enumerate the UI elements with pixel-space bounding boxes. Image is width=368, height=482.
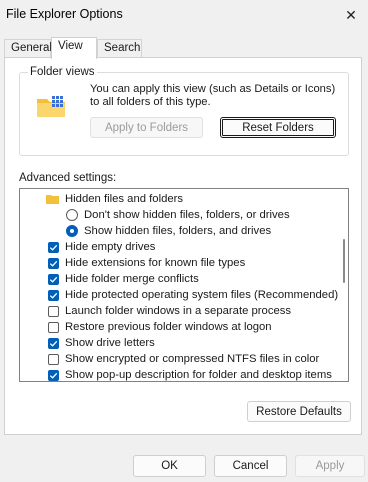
restore-defaults-button[interactable]: Restore Defaults	[247, 401, 351, 422]
checkbox-checked[interactable]	[48, 289, 59, 301]
checkbox-checked[interactable]	[48, 273, 59, 285]
radio-unselected[interactable]	[66, 209, 78, 221]
setting-label: Restore previous folder windows at logon	[65, 321, 272, 333]
setting-label: Show drive letters	[65, 337, 155, 349]
advanced-settings-list[interactable]: Hidden files and folders Don't show hidde…	[19, 188, 349, 382]
tree-group-header: Hidden files and folders	[46, 191, 183, 207]
checkbox-checked[interactable]	[48, 369, 59, 381]
folder-icon	[46, 195, 59, 204]
folder-views-group: Folder views You can apply this view (su…	[19, 66, 349, 156]
radio-selected[interactable]	[66, 225, 78, 237]
title-bar: File Explorer Options ✕	[0, 0, 368, 30]
setting-label: Don't show hidden files, folders, or dri…	[84, 209, 290, 221]
checkbox-checked[interactable]	[48, 257, 59, 269]
checkbox-checked[interactable]	[48, 337, 59, 349]
folder-views-description: You can apply this view (such as Details…	[90, 83, 336, 108]
reset-folders-button[interactable]: Reset Folders	[220, 117, 336, 138]
checkbox-unchecked[interactable]	[48, 321, 59, 333]
setting-label: Hide extensions for known file types	[65, 257, 246, 269]
checkmark-icon	[49, 260, 58, 267]
folder-views-label: Folder views	[28, 66, 97, 78]
folder-views-icon	[37, 96, 65, 117]
checkmark-icon	[49, 292, 58, 299]
setting-row[interactable]: Hide empty drives	[48, 239, 155, 255]
setting-row[interactable]: Show drive letters	[48, 335, 155, 351]
checkmark-icon	[49, 276, 58, 283]
cancel-button[interactable]: Cancel	[214, 455, 287, 477]
checkmark-icon	[49, 244, 58, 251]
setting-row[interactable]: Restore previous folder windows at logon	[48, 319, 272, 335]
setting-label: Hidden files and folders	[65, 193, 184, 205]
setting-row[interactable]: Hide protected operating system files (R…	[48, 287, 338, 303]
setting-label: Show encrypted or compressed NTFS files …	[65, 353, 320, 365]
setting-label: Show pop-up description for folder and d…	[65, 369, 332, 381]
setting-label: Hide empty drives	[65, 241, 156, 253]
setting-label: Launch folder windows in a separate proc…	[65, 305, 292, 317]
setting-row[interactable]: Launch folder windows in a separate proc…	[48, 303, 291, 319]
setting-row[interactable]: Show hidden files, folders, and drives	[66, 223, 271, 239]
view-tab-panel: Folder views You can apply this view (su…	[4, 57, 362, 435]
tab-view[interactable]: View	[51, 37, 97, 59]
apply-to-folders-button[interactable]: Apply to Folders	[90, 117, 203, 138]
setting-row[interactable]: Don't show hidden files, folders, or dri…	[66, 207, 290, 223]
scrollbar-thumb[interactable]	[343, 239, 345, 283]
window-title: File Explorer Options	[6, 7, 123, 21]
tab-general[interactable]: General	[4, 39, 52, 58]
setting-row[interactable]: Show encrypted or compressed NTFS files …	[48, 351, 319, 367]
setting-row[interactable]: Hide folder merge conflicts	[48, 271, 199, 287]
checkmark-icon	[49, 372, 58, 379]
setting-label: Show hidden files, folders, and drives	[84, 225, 272, 237]
apply-button[interactable]: Apply	[295, 455, 365, 477]
checkbox-unchecked[interactable]	[48, 353, 59, 365]
tab-search[interactable]: Search	[97, 39, 142, 58]
setting-row[interactable]: Show pop-up description for folder and d…	[48, 367, 332, 381]
setting-label: Hide folder merge conflicts	[65, 273, 199, 285]
checkbox-unchecked[interactable]	[48, 305, 59, 317]
close-icon[interactable]: ✕	[334, 0, 368, 30]
ok-button[interactable]: OK	[133, 455, 206, 477]
advanced-settings-label: Advanced settings:	[19, 172, 117, 184]
checkmark-icon	[49, 340, 58, 347]
setting-row[interactable]: Hide extensions for known file types	[48, 255, 245, 271]
checkbox-checked[interactable]	[48, 241, 59, 253]
setting-label: Hide protected operating system files (R…	[65, 289, 339, 301]
